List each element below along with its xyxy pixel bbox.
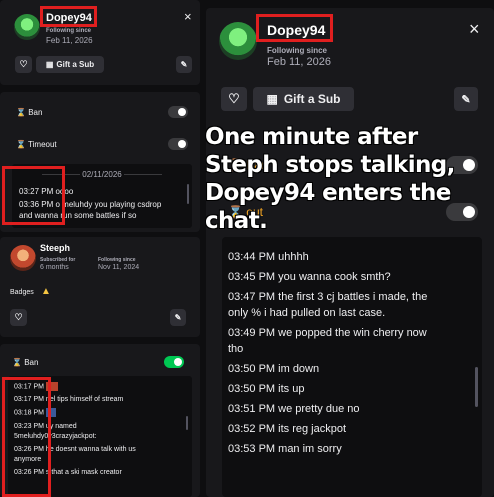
ban-toggle[interactable] [164,356,184,368]
ban-label: Ban [24,357,39,367]
chat-message: 03:23 PM uy named [14,422,77,430]
timeout-row[interactable]: ⌛ Timeout [16,138,188,150]
chat-message: 03:45 PM you wanna cook smth? [228,271,391,283]
chat-history: 03:44 PM uhhhh 03:45 PM you wanna cook s… [222,237,482,497]
following-date: Feb 11, 2026 [46,36,93,45]
chat-message: tho [228,343,244,355]
chat-message: 03:26 PM s that a ski mask creator [14,468,122,476]
chat-message: 03:26 PM he doesnt wanna talk with us [14,445,136,453]
chat-message: 03:49 PM we popped the win cherry now [228,327,427,339]
following-label: Following since [46,28,92,34]
right-user-card: Dopey94 Following since Feb 11, 2026 × ♡… [206,8,494,497]
left-mod-card: ⌛ Ban ⌛ Timeout 02/11/2026 03:27 PM oooo… [0,92,200,232]
gift-icon: ▦ [266,92,278,106]
follow-button[interactable]: ♡ [221,87,247,111]
chat-message: 03:27 PM oooo [19,187,74,196]
follow-button[interactable]: ♡ [15,56,32,73]
avatar [10,245,36,271]
following-value: Nov 11, 2024 [98,264,140,271]
chat-history: 02/11/2026 03:27 PM oooo 03:36 PM o melu… [12,164,192,228]
following-date: Feb 11, 2026 [267,56,332,68]
chat-message: 03:44 PM uhhhh [228,251,309,263]
emote [45,408,56,418]
chat-message: 03:51 PM we pretty due no [228,403,360,415]
more-options-button[interactable]: ✎ [176,56,192,73]
ban-icon: ⌛ [12,357,22,367]
mod-icon: ✎ [461,93,471,106]
heart-icon: ♡ [14,312,23,322]
scrollbar[interactable] [475,367,478,407]
gift-icon: ▦ [45,60,54,69]
date-divider: 02/11/2026 [12,170,192,179]
chat-message: 03:17 PM [14,382,136,392]
scrollbar[interactable] [186,416,188,430]
chat-message: 03:47 PM the first 3 cj battles i made, … [228,291,428,303]
close-icon[interactable]: × [469,19,480,40]
more-options-button[interactable]: ✎ [454,87,478,111]
badges-label: Badges [10,289,34,296]
chat-messages: 03:27 PM oooo 03:36 PM o meluhdy you pla… [19,186,161,221]
heart-icon: ♡ [228,91,240,106]
chat-messages: 03:44 PM uhhhh 03:45 PM you wanna cook s… [228,249,427,457]
ban-toggle[interactable] [168,106,188,118]
gift-sub-button[interactable]: ▦ Gift a Sub [36,56,104,73]
timeout-label: Timeout [28,139,57,149]
username[interactable]: Dopey94 [267,22,325,38]
ban-label: Ban [28,107,43,117]
ban-row[interactable]: ⌛ Ban [12,356,184,368]
chat-message: 03:18 PM [14,408,136,418]
scrollbar[interactable] [187,184,189,204]
chat-message: only % i had pulled on last case. [228,307,386,319]
steeph-user-card: Steeph Subscribed for 6 months Following… [0,237,200,337]
follow-button[interactable]: ♡ [10,309,27,326]
badge-icon: ▲ [41,286,51,297]
chat-message: 03:17 PM nel tips himself of stream [14,396,124,404]
gift-sub-label: Gift a Sub [56,60,95,69]
more-options-button[interactable]: ✎ [170,309,186,326]
gift-sub-button[interactable]: ▦ Gift a Sub [253,87,354,111]
avatar [219,22,257,60]
chat-history: 03:17 PM 03:17 PM nel tips himself of st… [8,376,192,497]
mod-icon: ✎ [180,60,188,69]
chat-message: and wanna run some battles if so [19,211,137,220]
close-icon[interactable]: × [184,9,192,24]
chat-message: 03:50 PM its up [228,383,305,395]
subscribed-label: Subscribed for [40,257,76,263]
username[interactable]: Dopey94 [46,12,92,24]
timeout-toggle[interactable] [168,138,188,150]
gift-sub-label: Gift a Sub [283,92,341,106]
chat-message: 03:50 PM im down [228,363,320,375]
chat-message: 03:52 PM its reg jackpot [228,423,347,435]
chat-message: anymore [14,455,42,463]
following-label: Following since [267,46,328,55]
left-bottom-card: ⌛ Ban 03:17 PM 03:17 PM nel tips himself… [0,344,200,497]
overlay-caption: One minute after Steph stops talking, Do… [205,124,455,234]
chat-messages: 03:17 PM 03:17 PM nel tips himself of st… [14,382,136,478]
timeout-icon: ⌛ [16,139,26,149]
ban-row[interactable]: ⌛ Ban [16,106,188,118]
avatar [14,14,40,40]
ban-icon: ⌛ [16,107,26,117]
chat-message: 03:53 PM man im sorry [228,443,342,455]
mod-icon: ✎ [174,313,182,322]
heart-icon: ♡ [19,59,28,69]
chat-message: 5meluhdy0v3crazyjackpot: [14,432,97,440]
chat-message: 03:36 PM o meluhdy you playing csdrop [19,200,162,209]
following-label: Following since [98,257,136,263]
subscribed-value: 6 months [40,264,69,271]
left-user-card: Dopey94 Following since Feb 11, 2026 × ♡… [0,0,200,85]
emote [45,382,58,391]
username[interactable]: Steeph [40,243,70,253]
